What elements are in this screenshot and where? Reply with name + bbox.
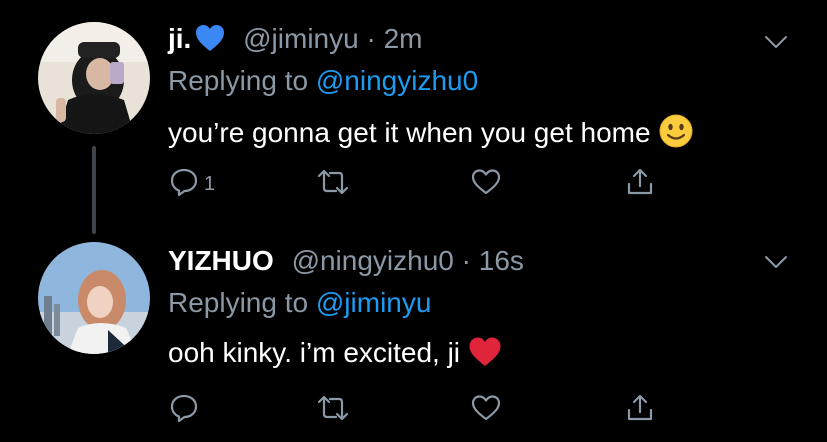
replying-prefix: Replying to (168, 287, 316, 318)
chevron-down-icon[interactable] (764, 34, 788, 50)
slightly-smiling-face-icon (659, 114, 693, 156)
chevron-down-icon[interactable] (764, 254, 788, 270)
tweet-text-content: ooh kinky. i’m excited, ji (168, 337, 461, 368)
display-name[interactable]: ji. (168, 23, 191, 54)
red-heart-icon (468, 336, 502, 376)
timestamp[interactable]: 2m (384, 23, 423, 54)
thread-connector-line (92, 146, 96, 234)
replying-to: Replying to @ningyizhu0 (168, 64, 478, 98)
retweet-icon (316, 166, 350, 203)
user-handle[interactable]: @jiminyu (243, 23, 359, 54)
share-icon (624, 166, 656, 203)
retweet-button[interactable] (316, 166, 350, 203)
avatar[interactable] (38, 242, 150, 354)
share-button[interactable] (624, 392, 656, 429)
tweet-text: you’re gonna get it when you get home (168, 114, 693, 156)
tweet-1[interactable]: ji. @jiminyu · 2m Replying to @ningyizhu… (0, 0, 827, 234)
share-icon (624, 392, 656, 429)
tweet-actions (168, 392, 668, 432)
heart-outline-icon (470, 392, 502, 429)
tweet-text-content: you’re gonna get it when you get home (168, 117, 651, 148)
separator-dot: · (461, 245, 471, 276)
tweet-header: ji. @jiminyu · 2m (168, 22, 422, 60)
replying-mention-link[interactable]: @ningyizhu0 (316, 65, 478, 96)
like-button[interactable] (470, 392, 502, 429)
display-name[interactable]: YIZHUO (168, 245, 274, 276)
tweet-actions: 1 (168, 166, 668, 206)
timestamp[interactable]: 16s (479, 245, 524, 276)
tweet-text: ooh kinky. i’m excited, ji (168, 336, 502, 376)
reply-icon (168, 166, 200, 203)
retweet-button[interactable] (316, 392, 350, 429)
replying-to: Replying to @jiminyu (168, 286, 431, 320)
avatar[interactable] (38, 22, 150, 134)
reply-count: 1 (204, 173, 216, 195)
heart-outline-icon (470, 166, 502, 203)
reply-button[interactable] (168, 392, 204, 429)
replying-prefix: Replying to (168, 65, 316, 96)
tweet-header: YIZHUO @ningyizhu0 · 16s (168, 244, 524, 278)
replying-mention-link[interactable]: @jiminyu (316, 287, 432, 318)
reply-icon (168, 392, 200, 429)
tweet-2[interactable]: YIZHUO @ningyizhu0 · 16s Replying to @ji… (0, 222, 827, 442)
separator-dot: · (366, 23, 376, 54)
retweet-icon (316, 392, 350, 429)
share-button[interactable] (624, 166, 656, 203)
like-button[interactable] (470, 166, 502, 203)
user-handle[interactable]: @ningyizhu0 (292, 245, 454, 276)
reply-button[interactable]: 1 (168, 166, 215, 203)
blue-heart-icon (195, 24, 225, 60)
